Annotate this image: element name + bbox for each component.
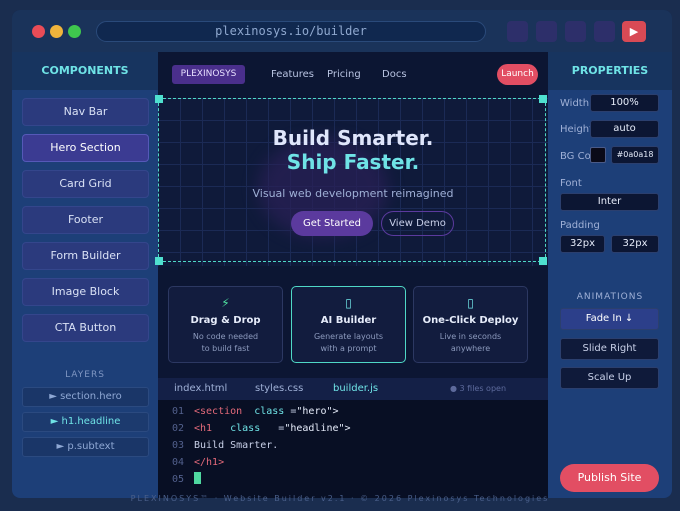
code-line: <section class ="hero">	[194, 406, 339, 417]
tab-styles-css[interactable]: styles.css	[255, 383, 303, 394]
animation-slide-right[interactable]: Slide Right	[560, 338, 659, 360]
footer-text: PLEXINOSYS™ · Website Builder v2.1 · © 2…	[130, 494, 550, 503]
preview-navbar: PLEXINOSYS Features Pricing Docs Launch	[158, 52, 548, 94]
toolbar-button-3[interactable]	[565, 21, 586, 42]
feature-card-deploy[interactable]: ▯ One-Click Deploy Live in seconds anywh…	[413, 286, 528, 363]
layer-p-subtext[interactable]: ► p.subtext	[22, 437, 149, 457]
card-title: One-Click Deploy	[422, 315, 519, 326]
selection-outline	[158, 98, 546, 262]
padding-input-2[interactable]: 32px	[611, 235, 659, 253]
launch-button[interactable]: Launch	[497, 64, 538, 85]
line-number: 02	[172, 423, 185, 434]
properties-panel: PROPERTIES Width 100% Height auto BG Col…	[548, 52, 672, 498]
bg-color-swatch[interactable]	[590, 147, 606, 163]
width-input[interactable]: 100%	[590, 94, 659, 112]
deploy-icon: ▯	[467, 296, 474, 310]
animation-fade-in[interactable]: Fade In ↓	[560, 308, 659, 330]
nav-link-features[interactable]: Features	[271, 69, 314, 80]
component-image-block[interactable]: Image Block	[22, 278, 149, 306]
play-icon: ▶	[629, 25, 639, 38]
hero-section[interactable]: Build Smarter. Ship Faster. Visual web d…	[155, 95, 548, 266]
card-text: No code needed	[192, 332, 259, 341]
files-open-status: ● 3 files open	[450, 384, 507, 393]
title-bar: plexinosys.io/builder ▶	[12, 10, 672, 52]
card-title: Drag & Drop	[190, 315, 261, 326]
nav-link-docs[interactable]: Docs	[382, 69, 407, 80]
layer-section-hero[interactable]: ► section.hero	[22, 387, 149, 407]
components-panel: COMPONENTS Nav Bar Hero Section Card Gri…	[12, 52, 158, 498]
toolbar-button-4[interactable]	[594, 21, 615, 42]
tab-builder-js[interactable]: builder.js	[333, 383, 378, 394]
component-cta-button[interactable]: CTA Button	[22, 314, 149, 342]
app-window: plexinosys.io/builder ▶ COMPONENTS Nav B…	[12, 10, 672, 498]
layer-h1-headline[interactable]: ► h1.headline	[22, 412, 149, 432]
animations-title: ANIMATIONS	[576, 292, 644, 302]
brand-logo[interactable]: PLEXINOSYS	[172, 65, 245, 84]
height-input[interactable]: auto	[590, 120, 659, 138]
code-editor[interactable]: 01 <section class ="hero"> 02 <h1 class …	[158, 400, 548, 498]
card-title: AI Builder	[320, 315, 377, 326]
resize-handle-bl[interactable]	[155, 257, 163, 265]
components-title: COMPONENTS	[12, 52, 158, 90]
design-canvas: PLEXINOSYS Features Pricing Docs Launch …	[155, 52, 548, 498]
padding-label: Padding	[560, 220, 600, 231]
code-line: Build Smarter.	[194, 440, 279, 451]
layers-title: LAYERS	[65, 370, 105, 380]
resize-handle-tr[interactable]	[539, 95, 547, 103]
feature-card-drag-drop[interactable]: ⚡ Drag & Drop No code needed to build fa…	[168, 286, 283, 363]
toolbar-button-2[interactable]	[536, 21, 557, 42]
view-demo-button[interactable]: View Demo	[381, 211, 454, 236]
component-footer[interactable]: Footer	[22, 206, 149, 234]
nav-link-pricing[interactable]: Pricing	[327, 69, 361, 80]
resize-handle-br[interactable]	[539, 257, 547, 265]
hero-title-line2: Ship Faster.	[286, 150, 420, 174]
card-text: Generate layouts	[313, 332, 384, 341]
tab-index-html[interactable]: index.html	[174, 383, 227, 394]
hero-title-line1: Build Smarter.	[272, 126, 434, 150]
component-card-grid[interactable]: Card Grid	[22, 170, 149, 198]
line-number: 04	[172, 457, 185, 468]
card-text: to build fast	[201, 344, 250, 353]
component-nav-bar[interactable]: Nav Bar	[22, 98, 149, 126]
line-number: 03	[172, 440, 185, 451]
bg-color-input[interactable]: #0a0a18	[611, 146, 659, 164]
properties-title: PROPERTIES	[548, 52, 672, 90]
address-bar[interactable]: plexinosys.io/builder	[96, 21, 486, 42]
close-window-button[interactable]	[32, 25, 45, 38]
maximize-window-button[interactable]	[68, 25, 81, 38]
minimize-window-button[interactable]	[50, 25, 63, 38]
font-select[interactable]: Inter	[560, 193, 659, 211]
line-number: 01	[172, 406, 185, 417]
resize-handle-tl[interactable]	[155, 95, 163, 103]
font-label: Font	[560, 178, 582, 189]
feature-card-ai-builder[interactable]: ▯ AI Builder Generate layouts with a pro…	[291, 286, 406, 363]
bg-color-label: BG Color	[560, 151, 590, 162]
height-label: Height	[560, 124, 590, 135]
width-label: Width	[560, 98, 590, 109]
play-preview-button[interactable]: ▶	[622, 21, 646, 42]
editor-tabs: index.html styles.css builder.js ● 3 fil…	[158, 378, 548, 400]
get-started-button[interactable]: Get Started	[291, 211, 373, 236]
publish-site-button[interactable]: Publish Site	[560, 464, 659, 492]
component-form-builder[interactable]: Form Builder	[22, 242, 149, 270]
animation-scale-up[interactable]: Scale Up	[560, 367, 659, 389]
hero-subtitle: Visual web development reimagined	[252, 187, 454, 200]
text-cursor	[194, 472, 201, 484]
ai-chip-icon: ▯	[345, 296, 352, 310]
code-line: <h1 class ="headline">	[194, 423, 351, 434]
line-number: 05	[172, 474, 185, 485]
card-text: anywhere	[450, 344, 491, 353]
padding-input-1[interactable]: 32px	[560, 235, 605, 253]
code-line: </h1>	[194, 457, 225, 468]
card-text: Live in seconds	[439, 332, 502, 341]
lightning-icon: ⚡	[221, 296, 230, 310]
toolbar-button-1[interactable]	[507, 21, 528, 42]
component-hero-section[interactable]: Hero Section	[22, 134, 149, 162]
card-text: with a prompt	[320, 344, 377, 353]
